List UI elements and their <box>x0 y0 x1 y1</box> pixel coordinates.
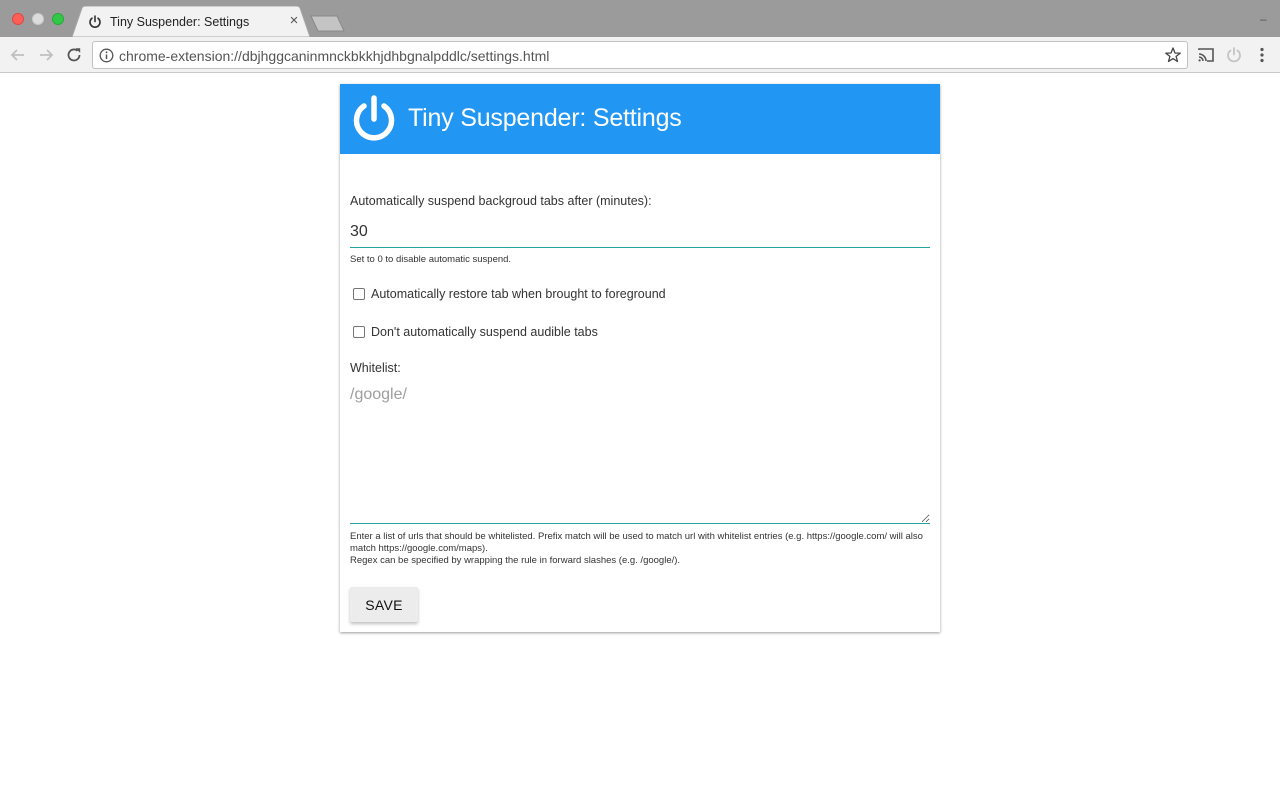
browser-toolbar: chrome-extension://dbjhggcaninmnckbkkhjd… <box>0 37 1280 73</box>
reload-icon[interactable] <box>64 45 84 65</box>
power-logo-icon <box>353 95 395 141</box>
browser-tab-active[interactable]: Tiny Suspender: Settings × <box>72 6 310 37</box>
whitelist-textarea[interactable] <box>350 384 930 524</box>
save-button[interactable]: SAVE <box>350 587 418 622</box>
suspend-minutes-label: Automatically suspend backgroud tabs aft… <box>350 194 652 208</box>
window-minimize-button[interactable] <box>32 13 44 25</box>
extension-power-icon[interactable] <box>1224 45 1244 65</box>
settings-header: Tiny Suspender: Settings <box>340 84 940 154</box>
whitelist-hint-line-1: Enter a list of urls that should be whit… <box>350 531 923 554</box>
menu-kebab-icon[interactable] <box>1252 45 1272 65</box>
browser-titlebar: Tiny Suspender: Settings × – <box>0 0 1280 37</box>
window-close-button[interactable] <box>12 13 24 25</box>
tab-close-icon[interactable]: × <box>286 12 302 30</box>
audible-tabs-label[interactable]: Don't automatically suspend audible tabs <box>371 325 598 339</box>
bookmark-star-icon[interactable] <box>1164 46 1182 64</box>
tab-title: Tiny Suspender: Settings <box>110 15 250 29</box>
restore-tab-checkbox[interactable] <box>353 288 365 300</box>
whitelist-label: Whitelist: <box>350 361 401 375</box>
new-tab-button[interactable] <box>310 15 346 32</box>
suspend-minutes-input[interactable] <box>350 212 930 248</box>
audible-tabs-checkbox[interactable] <box>353 326 365 338</box>
page-title: Tiny Suspender: Settings <box>408 104 682 132</box>
forward-arrow-icon[interactable] <box>36 45 56 65</box>
window-maximize-button[interactable] <box>52 13 64 25</box>
settings-card: Tiny Suspender: Settings Automatically s… <box>340 84 940 632</box>
back-arrow-icon[interactable] <box>8 45 28 65</box>
info-icon[interactable] <box>99 48 114 63</box>
window-minimize-icon[interactable]: – <box>1260 13 1270 25</box>
whitelist-hint: Enter a list of urls that should be whit… <box>350 531 930 567</box>
suspend-minutes-hint: Set to 0 to disable automatic suspend. <box>350 254 512 265</box>
address-bar[interactable]: chrome-extension://dbjhggcaninmnckbkkhjd… <box>92 41 1188 69</box>
whitelist-hint-line-2: Regex can be specified by wrapping the r… <box>350 555 681 566</box>
restore-tab-label[interactable]: Automatically restore tab when brought t… <box>371 287 666 301</box>
address-url: chrome-extension://dbjhggcaninmnckbkkhjd… <box>119 48 550 64</box>
power-icon <box>89 15 101 28</box>
cast-icon[interactable] <box>1196 45 1216 65</box>
